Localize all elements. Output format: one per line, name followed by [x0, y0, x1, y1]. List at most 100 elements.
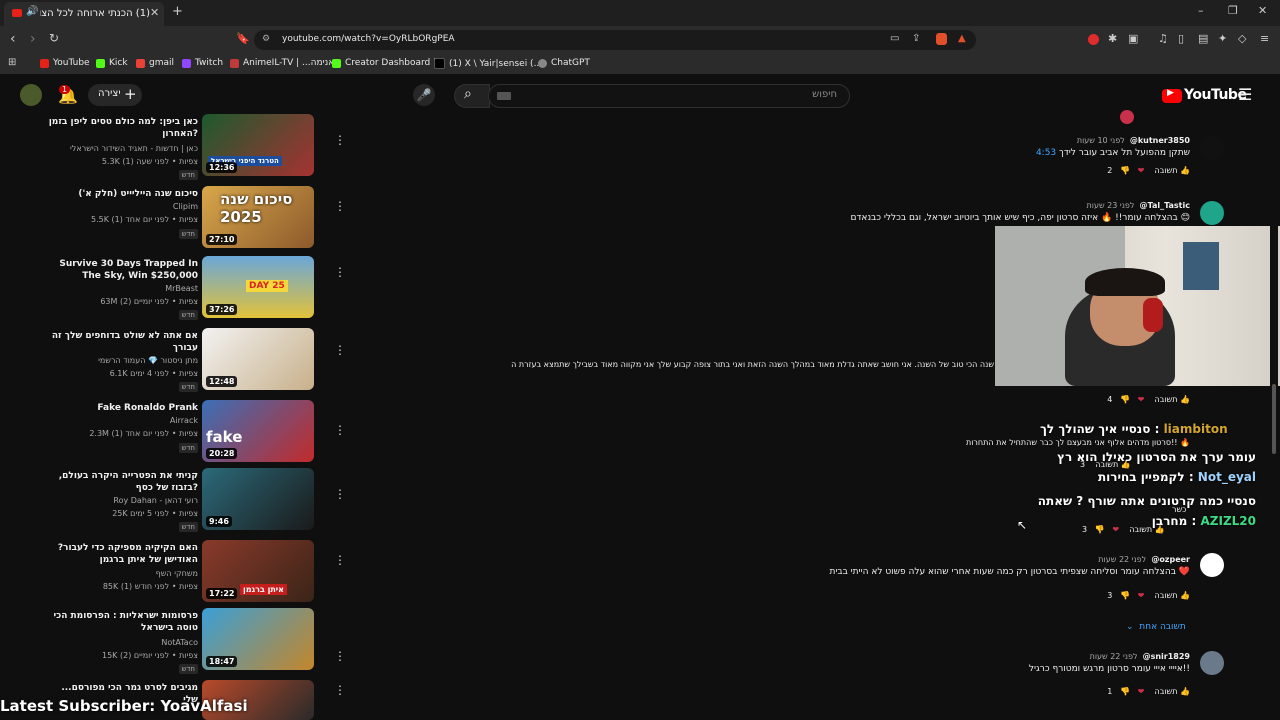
screenshot-icon[interactable]: ▣ — [1128, 32, 1138, 45]
brave-shield-icon[interactable] — [936, 33, 947, 45]
comment-author[interactable]: @Tal_Tastic — [1140, 201, 1190, 210]
channel-name[interactable]: משחקי השף — [38, 569, 198, 578]
list-item[interactable]: סיכום שנה 2025 27:10 סיכום שנה הייליייט … — [40, 186, 346, 252]
dislike-icon[interactable]: 👎 — [1120, 166, 1130, 175]
list-item[interactable]: איתן ברגמן 17:22 האם הקיקיה מספיקה כדי ל… — [38, 540, 346, 606]
apps-grid-icon[interactable]: ⊞ — [8, 57, 16, 68]
site-info-icon[interactable]: ⚙ — [262, 34, 270, 44]
close-window-icon[interactable]: ✕ — [1258, 4, 1267, 17]
reply-button[interactable]: תשובה — [1155, 166, 1178, 175]
video-thumbnail[interactable]: DAY 25 37:26 — [202, 256, 314, 318]
list-item[interactable]: DAY 25 37:26 Survive 30 Days Trapped In … — [38, 256, 346, 322]
bookmark-gmail[interactable]: gmail — [136, 58, 174, 68]
more-options-icon[interactable]: ⋮ — [334, 266, 346, 278]
video-title[interactable]: פרסומות ישראליות : הפרסומת הכי טוסה בישר… — [48, 610, 198, 634]
video-thumbnail[interactable]: fake 20:28 — [202, 400, 314, 462]
bookmark-youtube[interactable]: YouTube — [40, 58, 90, 68]
like-icon[interactable]: 👍 — [1180, 166, 1190, 175]
list-item[interactable]: fake 20:28 Fake Ronaldo Prank Airrack 2.… — [38, 400, 346, 466]
list-item[interactable]: הטרנד היפני בישראל 12:36 כאן ביפן: למה כ… — [38, 114, 346, 180]
video-title[interactable]: Fake Ronaldo Prank — [48, 402, 198, 414]
like-icon[interactable]: 👍 — [1180, 591, 1190, 600]
video-title[interactable]: כאן ביפן: למה כולם טסים ליפן בזמן האחרון… — [48, 116, 198, 140]
bookmark-chatgpt[interactable]: ChatGPT — [538, 58, 590, 68]
cast-icon[interactable]: ▭ — [890, 33, 899, 44]
avatar[interactable] — [1200, 136, 1224, 160]
video-thumbnail[interactable]: 18:47 — [202, 608, 314, 670]
reply-button[interactable]: תשובה — [1155, 591, 1178, 600]
video-thumbnail[interactable]: סיכום שנה 2025 27:10 — [202, 186, 314, 248]
like-icon[interactable]: 👍 — [1180, 687, 1190, 696]
list-item[interactable]: 9:46 קניתי את הפטרייה היקרה בעולם, בזבוז… — [40, 468, 346, 534]
more-options-icon[interactable]: ⋮ — [334, 488, 346, 500]
channel-name[interactable]: Airrack — [38, 416, 198, 425]
bookmark-animeil[interactable]: AnimeIL-TV | ...אנימה — [230, 58, 334, 68]
dislike-icon[interactable]: 👎 — [1120, 395, 1130, 404]
menu-icon[interactable]: ≡ — [1260, 32, 1269, 45]
share-icon[interactable]: ⇪ — [912, 33, 920, 44]
record-extension-icon[interactable] — [1088, 34, 1099, 45]
channel-name[interactable]: כאן | חדשות - תאגיד השידור הישראלי — [38, 144, 198, 153]
more-options-icon[interactable]: ⋮ — [334, 134, 346, 146]
speaker-icon[interactable]: 🔊 — [26, 6, 38, 17]
scrollbar-thumb[interactable] — [1272, 384, 1276, 454]
avatar[interactable] — [1200, 553, 1224, 577]
sidebar-toggle-icon[interactable]: ▯ — [1178, 32, 1184, 45]
extensions-puzzle-icon[interactable]: ✱ — [1108, 32, 1117, 45]
vpn-icon[interactable]: ◇ — [1238, 32, 1246, 45]
reload-icon[interactable]: ↻ — [49, 31, 59, 45]
channel-name[interactable]: NotATaco — [38, 638, 198, 647]
list-item[interactable]: 12:48 אם אתה לא שולט בדוחפים שלך זה עבור… — [38, 328, 346, 394]
dislike-icon[interactable]: 👎 — [1120, 591, 1130, 600]
brave-rewards-icon[interactable]: ▲ — [958, 33, 966, 44]
close-tab-icon[interactable]: ✕ — [150, 6, 159, 19]
more-options-icon[interactable]: ⋮ — [334, 424, 346, 436]
bookmark-creator-dashboard[interactable]: Creator Dashboard |... — [332, 58, 445, 68]
more-options-icon[interactable]: ⋮ — [334, 650, 346, 662]
minimize-icon[interactable]: – — [1198, 4, 1204, 17]
video-thumbnail[interactable]: 9:46 — [202, 468, 314, 530]
comment-author[interactable]: @ozpeer — [1151, 555, 1190, 564]
back-icon[interactable]: ‹ — [10, 31, 16, 47]
media-icon[interactable]: ♫ — [1158, 32, 1168, 45]
wallet-icon[interactable]: ▤ — [1198, 32, 1208, 45]
video-thumbnail[interactable]: הטרנד היפני בישראל 12:36 — [202, 114, 314, 176]
browser-tab[interactable]: 🔊 (1) הכנתי ארוחה לכל הצופים ✕ — [4, 2, 164, 26]
keyboard-icon[interactable] — [497, 92, 511, 100]
video-title[interactable]: Survive 30 Days Trapped In The Sky, Win … — [48, 258, 198, 282]
avatar[interactable] — [1200, 651, 1224, 675]
avatar[interactable] — [1200, 201, 1224, 225]
search-input[interactable]: חיפוש — [488, 84, 850, 108]
maximize-icon[interactable]: ❐ — [1228, 4, 1238, 17]
new-tab-icon[interactable]: + — [172, 4, 183, 19]
like-icon[interactable]: 👍 — [1180, 395, 1190, 404]
guide-menu-icon[interactable]: ☰ — [1238, 85, 1252, 104]
url-field[interactable]: ⚙ youtube.com/watch?v=OyRLbORgPEA ▭ ⇪ ▲ — [254, 30, 976, 50]
video-title[interactable]: קניתי את הפטרייה היקרה בעולם, בזבוז של כ… — [48, 470, 198, 494]
more-options-icon[interactable]: ⋮ — [334, 554, 346, 566]
leo-ai-icon[interactable]: ✦ — [1218, 32, 1227, 45]
more-options-icon[interactable]: ⋮ — [334, 344, 346, 356]
comment-author[interactable]: @kutner3850 — [1130, 136, 1190, 145]
comment-timestamp-link[interactable]: 4:53 — [1036, 148, 1056, 158]
dislike-icon[interactable]: 👎 — [1120, 687, 1130, 696]
reply-button[interactable]: תשובה — [1155, 687, 1178, 696]
list-item[interactable]: 18:47 פרסומות ישראליות : הפרסומת הכי טוס… — [38, 608, 346, 674]
youtube-logo[interactable]: ▶ YouTube — [1162, 86, 1247, 104]
reply-button[interactable]: תשובה — [1155, 395, 1178, 404]
search-button[interactable]: ⌕ — [454, 84, 490, 108]
bookmark-page-icon[interactable]: 🔖 — [236, 32, 250, 45]
voice-search-icon[interactable]: 🎤 — [413, 84, 435, 106]
video-thumbnail[interactable]: איתן ברגמן 17:22 — [202, 540, 314, 602]
bookmark-twitch[interactable]: Twitch — [182, 58, 223, 68]
avatar[interactable] — [20, 84, 42, 106]
bookmark-kick[interactable]: Kick — [96, 58, 128, 68]
forward-icon[interactable]: › — [30, 31, 36, 47]
video-title[interactable]: סיכום שנה הייליייט (חלק א') — [48, 188, 198, 200]
video-title[interactable]: אם אתה לא שולט בדוחפים שלך זה עבורך — [48, 330, 198, 354]
channel-name[interactable]: מתן ניסטור 💎 העמוד הרשמי — [38, 356, 198, 365]
comment-author[interactable]: @snir1829 — [1143, 652, 1190, 661]
channel-name[interactable]: MrBeast — [38, 284, 198, 293]
more-options-icon[interactable]: ⋮ — [334, 684, 346, 696]
video-thumbnail[interactable]: 12:48 — [202, 328, 314, 390]
